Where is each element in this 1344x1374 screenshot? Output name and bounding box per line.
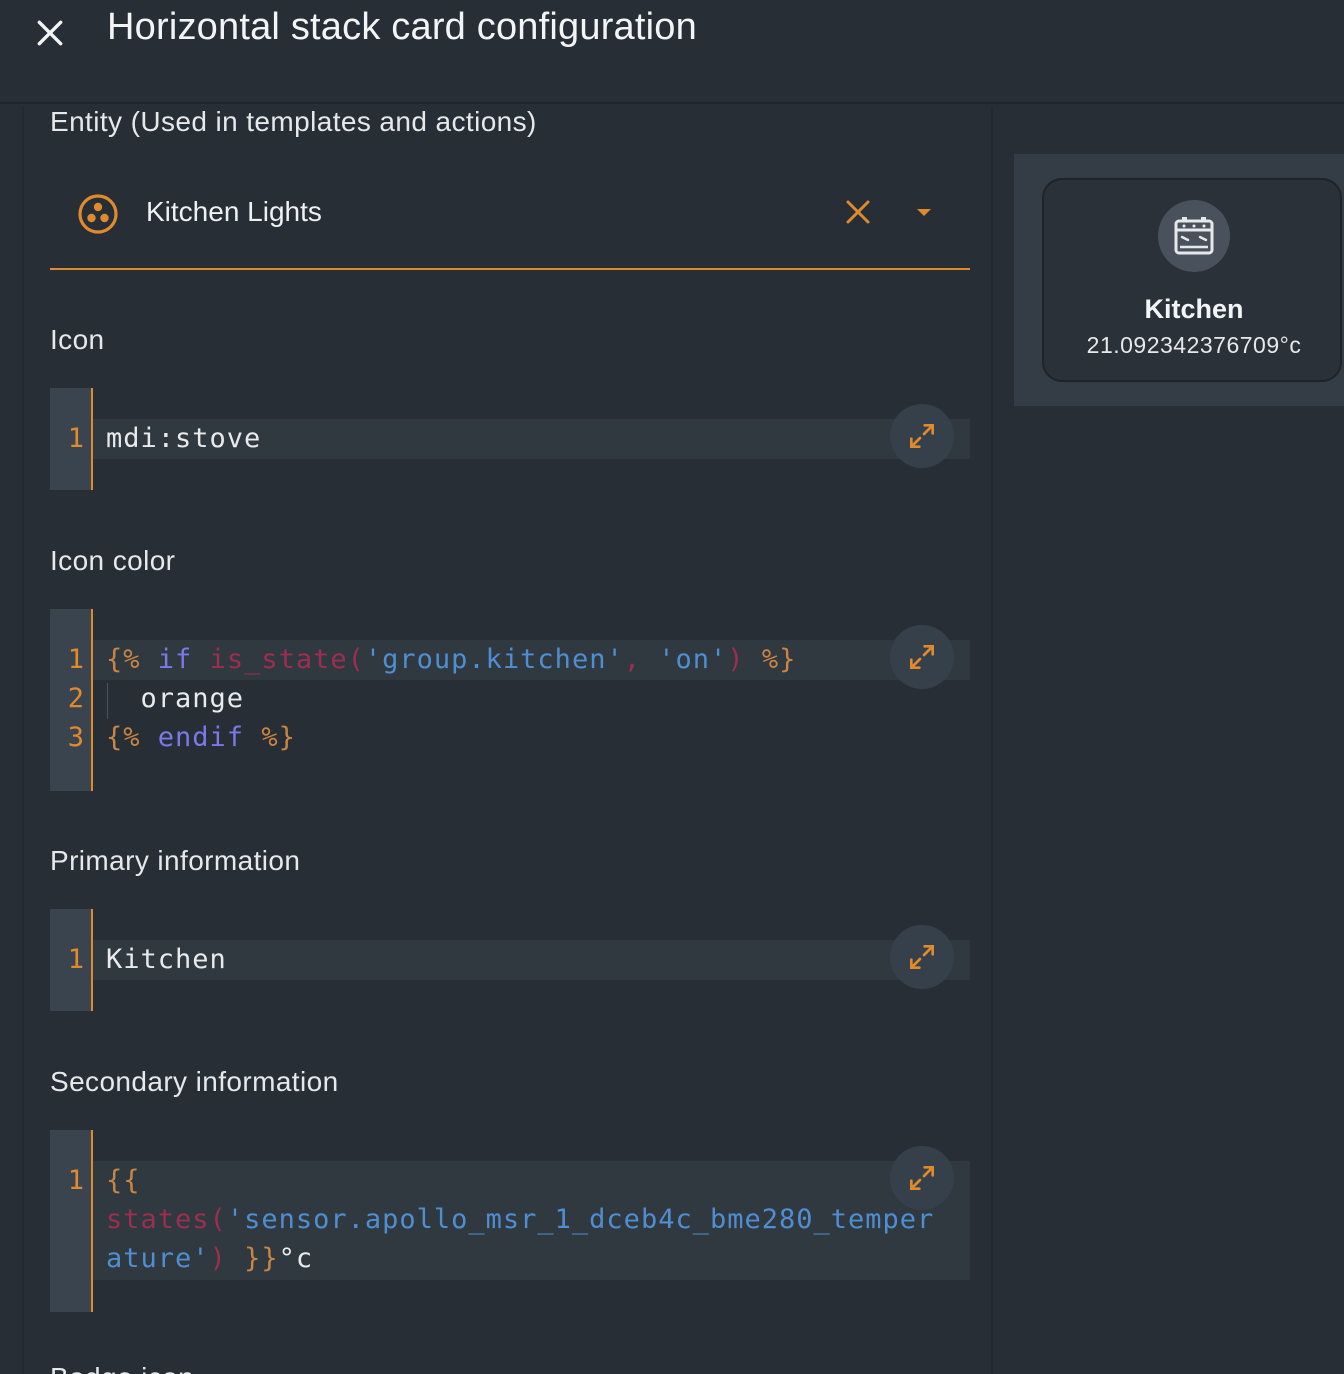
icon-label: Icon xyxy=(50,324,105,355)
code-line[interactable]: {% if is_state('group.kitchen', 'on') %} xyxy=(106,644,796,675)
expand-button[interactable] xyxy=(890,925,954,989)
icon-color-code-editor[interactable]: 1 2 3 {% if is_state('group.kitchen', 'o… xyxy=(50,609,970,791)
card-secondary-text: 21.092342376709°c xyxy=(1086,332,1302,358)
token: 'group.kitchen' xyxy=(364,644,624,675)
close-button[interactable] xyxy=(22,8,78,58)
card-icon-container xyxy=(1158,200,1230,272)
expand-button[interactable] xyxy=(890,625,954,689)
stove-icon xyxy=(1174,217,1214,255)
token: %} xyxy=(261,722,296,753)
icon-code-editor[interactable]: 1 mdi:stove xyxy=(50,388,970,490)
primary-info-label: Primary information xyxy=(50,845,301,876)
token: ( xyxy=(209,1204,227,1235)
token: %} xyxy=(761,644,797,675)
entity-value: Kitchen Lights xyxy=(146,196,322,227)
token: is_state xyxy=(209,644,348,675)
token: , xyxy=(623,644,641,675)
code-line[interactable]: mdi:stove xyxy=(106,423,261,454)
token: {% xyxy=(106,722,141,753)
preview-card[interactable]: Kitchen 21.092342376709°c xyxy=(1042,178,1342,382)
card-preview-pane: Kitchen 21.092342376709°c xyxy=(1014,154,1344,406)
token: endif xyxy=(157,722,245,753)
expand-icon xyxy=(910,1166,934,1190)
token: ( xyxy=(347,644,365,675)
dropdown-arrow-icon[interactable] xyxy=(906,194,942,230)
token: orange xyxy=(140,683,245,714)
token: °c xyxy=(278,1243,314,1274)
code-line[interactable]: states('sensor.apollo_msr_1_dceb4c_bme28… xyxy=(106,1204,934,1235)
dialog-title: Horizontal stack card configuration xyxy=(107,6,697,48)
code-line[interactable]: ature') }}°c xyxy=(106,1243,313,1274)
line-number: 1 xyxy=(67,423,84,454)
token: states xyxy=(106,1204,210,1235)
token: {{ xyxy=(106,1165,141,1196)
line-number: 1 xyxy=(67,644,84,675)
line-gutter xyxy=(50,1130,93,1312)
token: ) xyxy=(209,1243,227,1274)
entity-label: Entity (Used in templates and actions) xyxy=(50,106,537,137)
line-number: 1 xyxy=(67,944,84,975)
expand-icon xyxy=(910,424,934,448)
dialog-header: Horizontal stack card configuration xyxy=(0,0,1344,104)
expand-button[interactable] xyxy=(890,404,954,468)
icon-color-label: Icon color xyxy=(50,545,176,576)
group-icon xyxy=(78,194,118,234)
line-number: 1 xyxy=(67,1165,84,1196)
token: ature' xyxy=(106,1243,210,1274)
close-icon xyxy=(37,20,63,46)
code-line[interactable]: {% endif %} xyxy=(106,722,296,753)
entity-picker[interactable]: Kitchen Lights xyxy=(50,158,970,270)
secondary-info-code-editor[interactable]: 1 {{ states('sensor.apollo_msr_1_dceb4c_… xyxy=(50,1130,970,1312)
code-line[interactable]: Kitchen xyxy=(106,944,227,975)
token: 'on' xyxy=(658,644,728,675)
badge-icon-label: Badge icon xyxy=(50,1362,194,1374)
token: 'sensor.apollo_msr_1_dceb4c_bme280_tempe… xyxy=(226,1204,935,1235)
token: if xyxy=(157,644,193,675)
primary-info-code-editor[interactable]: 1 Kitchen xyxy=(50,909,970,1011)
secondary-info-label: Secondary information xyxy=(50,1066,339,1097)
clear-icon[interactable] xyxy=(840,194,876,230)
code-line[interactable]: {{ xyxy=(106,1165,141,1196)
line-number: 3 xyxy=(67,722,84,753)
token: ) xyxy=(727,644,745,675)
code-line[interactable]: orange xyxy=(106,683,244,714)
token: {% xyxy=(106,644,141,675)
expand-icon xyxy=(910,945,934,969)
expand-button[interactable] xyxy=(890,1146,954,1210)
card-primary-text: Kitchen xyxy=(1144,294,1244,324)
expand-icon xyxy=(910,645,934,669)
line-number: 2 xyxy=(67,683,84,714)
editor-pane: Entity (Used in templates and actions) K… xyxy=(22,106,993,1374)
token: }} xyxy=(244,1243,279,1274)
